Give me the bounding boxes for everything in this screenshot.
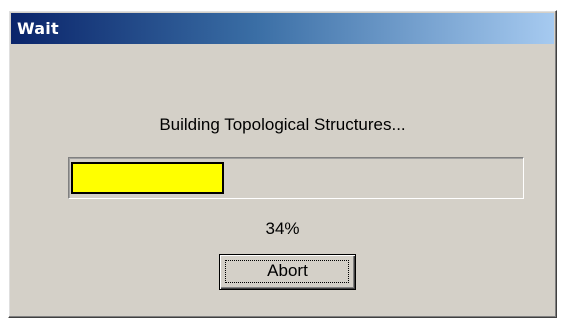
status-message: Building Topological Structures... xyxy=(159,115,406,134)
progress-fill xyxy=(71,162,224,194)
progress-percent: 34% xyxy=(265,219,300,238)
progress-inner xyxy=(71,162,521,194)
abort-button[interactable]: Abort xyxy=(219,254,356,290)
window-title: Wait xyxy=(17,19,59,38)
title-bar[interactable]: Wait xyxy=(11,13,554,44)
wait-dialog: Wait Building Topological Structures... … xyxy=(8,10,557,318)
progress-bar xyxy=(68,157,524,199)
abort-button-label: Abort xyxy=(267,261,308,280)
